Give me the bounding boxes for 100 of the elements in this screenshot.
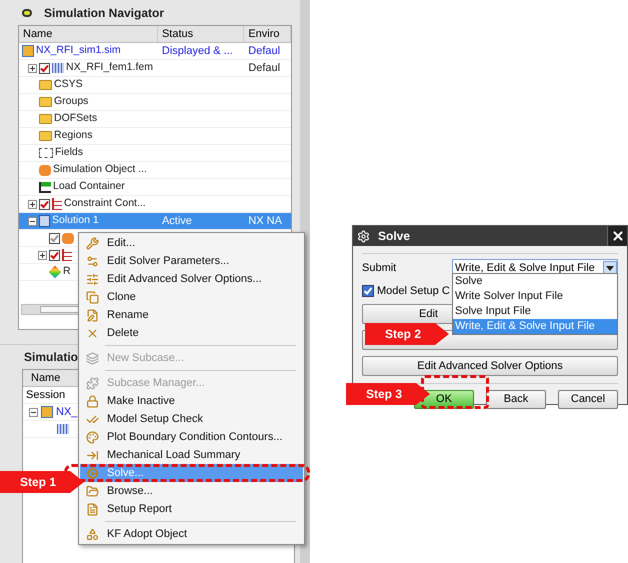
folder-icon: [39, 131, 52, 141]
panel-title: Simulation Navigator: [44, 4, 164, 22]
menu-item[interactable]: Setup Report: [80, 500, 303, 518]
checkbox[interactable]: [39, 198, 50, 210]
tree-row[interactable]: Fields: [19, 145, 291, 162]
dialog-button[interactable]: Back: [486, 390, 546, 409]
checkbox[interactable]: [49, 250, 60, 260]
node-label: NX_RFI_fem1.fem: [66, 60, 153, 76]
status-text: Active: [162, 215, 192, 227]
menu-item-icon: [86, 394, 99, 408]
column-header[interactable]: Status: [158, 26, 244, 42]
constraint-icon: [62, 249, 72, 261]
menu-item-icon: [86, 502, 99, 516]
solution-icon: [39, 215, 50, 227]
menu-item-icon: [86, 352, 99, 364]
collapse-toggle[interactable]: [29, 408, 38, 416]
dashed-highlight-frame: [421, 375, 489, 409]
menu-item-icon: [86, 376, 99, 390]
menu-item[interactable]: Delete: [80, 324, 303, 342]
fields-icon: [39, 148, 53, 158]
checkbox[interactable]: [39, 62, 50, 74]
dialog-button[interactable]: Cancel: [558, 390, 618, 409]
menu-item[interactable]: Plot Boundary Condition Contours...: [80, 428, 303, 446]
menu-item-icon: [86, 430, 99, 444]
node-label: NX_RFI_sim1.sim: [36, 43, 121, 58]
tree-row[interactable]: NX_RFI_sim1.sim Displayed & ... Defaul: [19, 43, 291, 60]
node-label: Constraint Cont...: [64, 196, 146, 212]
node-label: Regions: [54, 128, 93, 144]
tree-row[interactable]: Regions: [19, 128, 291, 145]
menu-item[interactable]: KF Adopt Object: [80, 525, 303, 543]
environment-text: NX NA: [248, 215, 282, 227]
menu-item-icon: [86, 466, 99, 480]
environment-text: Defaul: [248, 62, 280, 74]
settings-icon: [357, 230, 370, 242]
node-label: Fields: [55, 145, 84, 160]
flag-icon: [39, 182, 51, 192]
tree-row[interactable]: NX_RFI_fem1.fem Defaul: [19, 60, 291, 77]
menu-item[interactable]: Edit Advanced Solver Options...: [80, 270, 303, 288]
menu-item[interactable]: Mechanical Load Summary: [80, 446, 303, 464]
checkbox-label: Model Setup C: [377, 284, 450, 299]
menu-item[interactable]: Model Setup Check: [80, 410, 303, 428]
node-label: Groups: [54, 94, 88, 110]
menu-item[interactable]: Edit...: [80, 234, 303, 252]
dropdown-option[interactable]: Solve Input File: [453, 304, 617, 319]
advanced-options-button[interactable]: Edit Advanced Solver Options: [362, 356, 618, 376]
folder-icon: [39, 97, 52, 107]
close-icon: [610, 229, 624, 243]
node-label: CSYS: [54, 77, 83, 92]
node-label: R: [63, 264, 71, 280]
close-button[interactable]: [607, 226, 627, 246]
menu-item-icon: [86, 254, 99, 268]
expand-toggle[interactable]: [38, 250, 47, 260]
dialog-title: Solve: [378, 228, 410, 245]
column-header[interactable]: Name: [31, 372, 60, 384]
mesh-icon: [52, 63, 64, 73]
constraint-icon: [52, 198, 62, 210]
menu-item-icon: [86, 290, 99, 304]
tree-row[interactable]: Simulation Object ...: [19, 162, 291, 179]
checkbox[interactable]: [49, 232, 60, 244]
node-label: Session: [26, 388, 66, 403]
result-icon: [48, 266, 62, 278]
submit-label: Submit: [362, 260, 398, 276]
node-label: Solution 1: [52, 213, 99, 228]
panel-title: Simulatio: [24, 349, 78, 366]
node-label: Simulation Object ...: [53, 162, 147, 178]
collapse-toggle[interactable]: [28, 216, 37, 226]
menu-item-icon: [86, 484, 99, 498]
menu-item[interactable]: Make Inactive: [80, 392, 303, 410]
node-label: Load Container: [53, 179, 125, 194]
menu-item-icon: [86, 412, 99, 426]
model-icon: [41, 406, 53, 418]
menu-item[interactable]: Rename: [80, 306, 303, 324]
menu-item-icon: [86, 326, 99, 340]
menu-item-icon: [86, 236, 99, 250]
tree-row[interactable]: Load Container: [19, 179, 291, 196]
column-header[interactable]: Name: [19, 26, 158, 42]
tree-row[interactable]: CSYS: [19, 77, 291, 94]
model-icon: [22, 45, 34, 57]
menu-item-icon: [86, 528, 99, 540]
node-label: DOFSets: [54, 111, 98, 126]
navigator-icon: [22, 8, 32, 16]
expand-toggle[interactable]: [28, 64, 37, 72]
menu-item-icon: [86, 448, 99, 462]
status-text: Displayed & ...: [162, 45, 233, 57]
menu-item[interactable]: Edit Solver Parameters...: [80, 252, 303, 270]
column-header[interactable]: Enviro: [244, 26, 291, 42]
checkbox[interactable]: [362, 285, 374, 297]
object-icon: [62, 232, 74, 244]
menu-item-icon: [86, 308, 99, 322]
expand-toggle[interactable]: [28, 200, 37, 208]
tree-row[interactable]: Groups: [19, 94, 291, 111]
menu-item[interactable]: Clone: [80, 288, 303, 306]
menu-item-icon: [86, 272, 99, 286]
dropdown-option[interactable]: Solve: [453, 274, 617, 289]
environment-text: Defaul: [248, 45, 280, 57]
folder-icon: [39, 114, 52, 124]
tree-row[interactable]: DOFSets: [19, 111, 291, 128]
dropdown-option[interactable]: Write Solver Input File: [453, 289, 617, 304]
mesh-icon: [57, 424, 69, 434]
folder-icon: [39, 80, 52, 90]
